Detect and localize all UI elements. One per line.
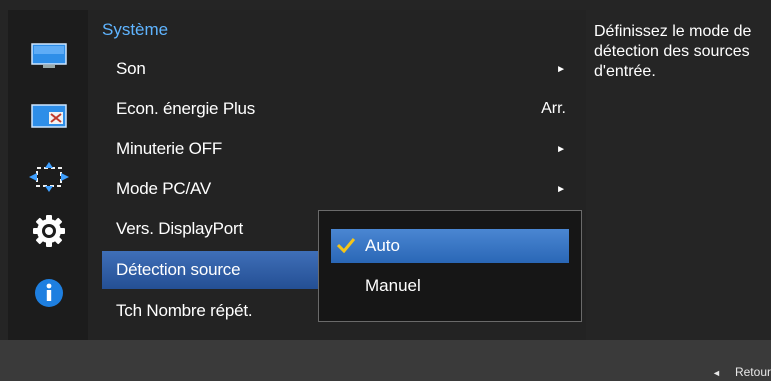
menu-item-label: Vers. DisplayPort — [116, 219, 243, 238]
display-icon[interactable] — [29, 42, 69, 72]
settings-icon[interactable] — [29, 215, 69, 247]
option-auto[interactable]: Auto — [331, 229, 569, 263]
submenu-arrow-icon: ► — [556, 63, 566, 75]
menu-item-label: Econ. énergie Plus — [116, 99, 256, 118]
icon-rail — [8, 10, 88, 340]
back-arrow-icon: ◄ — [712, 368, 721, 378]
submenu-arrow-icon: ► — [556, 183, 566, 195]
checkmark-icon — [337, 238, 355, 253]
menu-item-value: Arr. — [541, 100, 566, 117]
menu-item-son[interactable]: Son ► — [102, 50, 580, 88]
detection-source-submenu: Auto Manuel — [318, 210, 582, 322]
menu-item-minuterie-off[interactable]: Minuterie OFF ► — [102, 130, 580, 168]
menu-item-mode-pc-av[interactable]: Mode PC/AV ► — [102, 170, 580, 208]
picture-in-picture-icon[interactable] — [29, 102, 69, 132]
position-size-icon[interactable] — [29, 162, 69, 192]
menu-item-econ-energie[interactable]: Econ. énergie Plus Arr. — [102, 90, 580, 128]
back-label: Retour — [734, 365, 771, 379]
back-button[interactable]: ◄ Retour — [712, 365, 771, 379]
menu-item-label: Mode PC/AV — [116, 179, 212, 198]
footer-bar: ◄ Retour — [0, 340, 771, 381]
option-label: Auto — [365, 236, 400, 255]
help-description: Définissez le mode de détection des sour… — [594, 23, 752, 80]
menu-title: Système — [102, 20, 169, 39]
submenu-arrow-icon: ► — [556, 143, 566, 155]
menu-item-label: Tch Nombre répét. — [116, 301, 253, 320]
option-label: Manuel — [365, 276, 421, 295]
menu-item-label: Son — [116, 59, 146, 78]
option-manuel[interactable]: Manuel — [331, 269, 569, 303]
info-icon[interactable] — [29, 278, 69, 308]
menu-item-label: Détection source — [116, 260, 241, 279]
menu-item-label: Minuterie OFF — [116, 139, 223, 158]
